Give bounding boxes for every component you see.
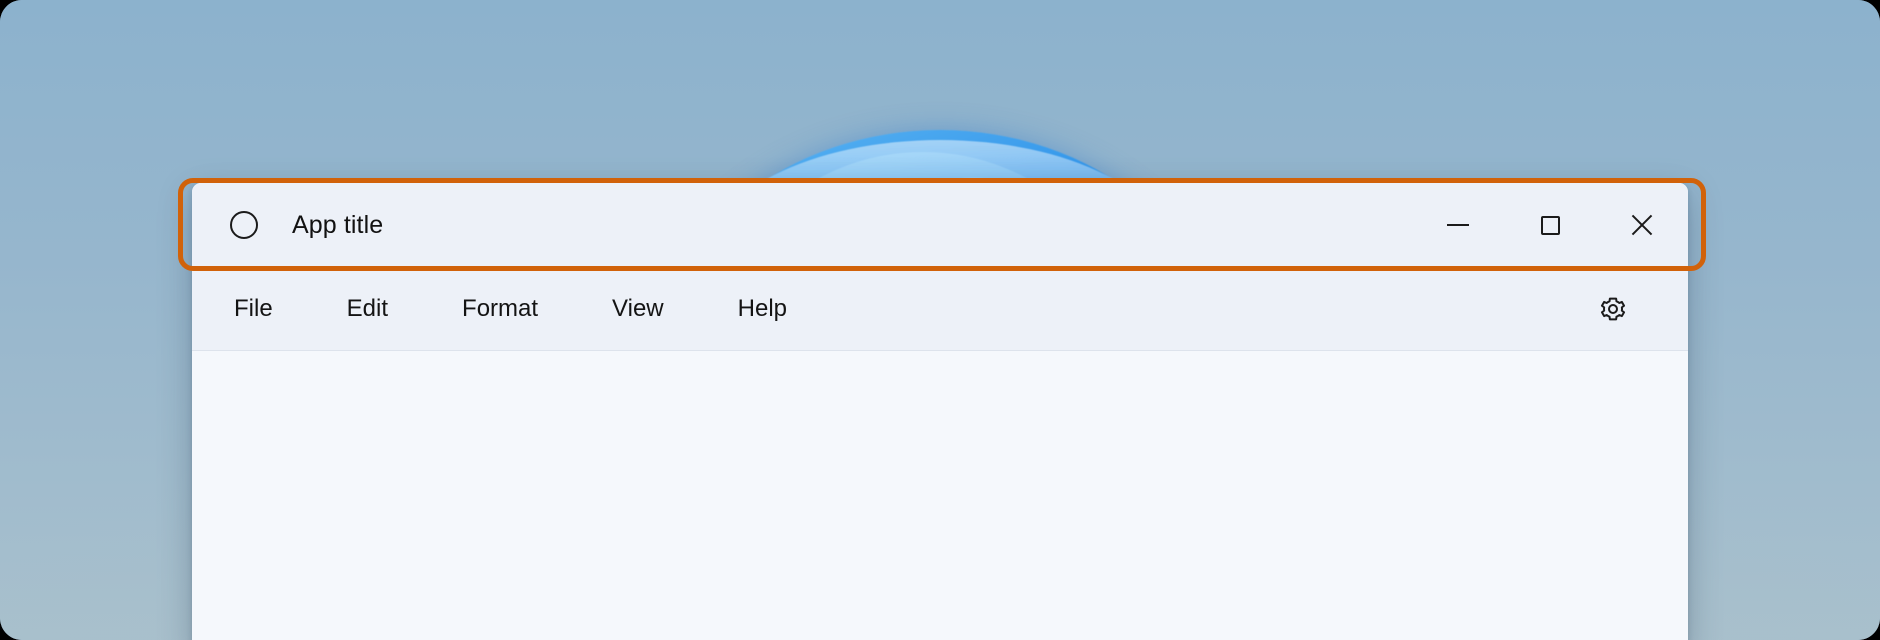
menu-bar: File Edit Format View Help [192,267,1688,351]
gear-icon [1600,297,1626,320]
close-icon [1631,214,1653,236]
maximize-icon [1540,215,1560,235]
menu-item-file[interactable]: File [216,288,291,330]
title-bar[interactable]: App title [192,183,1688,267]
menu-item-format[interactable]: Format [444,288,556,330]
content-area[interactable] [192,351,1688,640]
menu-item-view[interactable]: View [594,288,682,330]
screen: App title File Edit Format View Help [0,0,1880,640]
settings-button[interactable] [1590,286,1636,332]
minimize-icon [1447,224,1469,226]
close-button[interactable] [1596,183,1688,267]
minimize-button[interactable] [1412,183,1504,267]
maximize-button[interactable] [1504,183,1596,267]
circle-app-icon [230,211,258,239]
menu-item-help[interactable]: Help [720,288,805,330]
menu-item-group: File Edit Format View Help [216,288,805,330]
app-window: App title File Edit Format View Help [192,183,1688,640]
menu-item-edit[interactable]: Edit [329,288,406,330]
caption-button-group [1412,183,1688,267]
app-title: App title [292,210,384,239]
